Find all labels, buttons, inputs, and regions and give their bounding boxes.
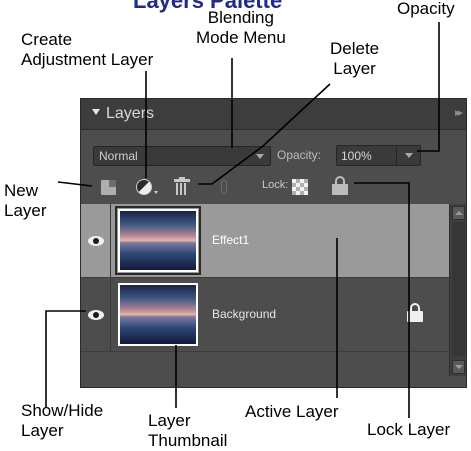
- callout-active-layer: Active Layer: [245, 402, 339, 421]
- layer-name: Effect1: [212, 233, 250, 247]
- callout-delete-layer: Delete Layer: [330, 39, 380, 78]
- layers-list: Effect1 Background: [81, 204, 449, 359]
- scroll-up-icon[interactable]: [452, 206, 465, 220]
- eye-icon[interactable]: [88, 310, 104, 320]
- layers-scrollbar[interactable]: [449, 204, 466, 376]
- visibility-column: [81, 204, 111, 277]
- opacity-dropdown-button[interactable]: [396, 146, 420, 165]
- panel-menu-icon[interactable]: ▸▸: [455, 106, 463, 119]
- blending-mode-value: Normal: [99, 149, 138, 163]
- layer-thumbnail[interactable]: [115, 206, 201, 275]
- opacity-value[interactable]: 100%: [341, 149, 372, 163]
- callout-show-hide-layer: Show/Hide Layer: [21, 401, 104, 440]
- callout-layer-thumbnail: Layer Thumbnail: [148, 411, 228, 450]
- panel-title: Layers: [106, 105, 155, 122]
- layers-panel: Layers ▸▸ Normal Opacity: 100% Lock: Eff…: [80, 98, 467, 388]
- callout-opacity: Opacity: [397, 0, 455, 18]
- link-icon[interactable]: [221, 180, 227, 194]
- layer-row-background[interactable]: Background: [81, 278, 449, 352]
- scroll-down-icon[interactable]: [452, 360, 465, 374]
- opacity-label: Opacity:: [277, 148, 322, 162]
- panel-header: Layers ▸▸: [81, 99, 466, 130]
- lock-all-icon[interactable]: [332, 176, 348, 195]
- blending-mode-select[interactable]: Normal: [93, 146, 271, 166]
- eye-icon[interactable]: [88, 236, 104, 246]
- callout-lock-layer: Lock Layer: [367, 420, 451, 439]
- chevron-down-icon: [256, 154, 264, 159]
- trash-icon[interactable]: [174, 177, 190, 195]
- lock-transparency-icon[interactable]: [292, 179, 308, 195]
- opacity-field[interactable]: 100%: [336, 145, 421, 166]
- layer-lock-icon: [407, 303, 423, 322]
- adjustment-layer-icon[interactable]: [136, 179, 152, 195]
- new-layer-icon[interactable]: [101, 180, 116, 195]
- collapse-arrow-icon[interactable]: [92, 109, 100, 115]
- lock-label: Lock:: [262, 179, 289, 191]
- scroll-track[interactable]: [452, 222, 465, 356]
- callout-blending-label: Blending Mode Menu: [196, 8, 286, 47]
- chevron-down-icon: [405, 153, 413, 158]
- callout-create-adjustment-layer: Create Adjustment Layer: [21, 30, 154, 69]
- callout-blending-mode-menu: Blending Mode Menu: [196, 8, 286, 48]
- layer-thumbnail[interactable]: [118, 283, 198, 346]
- layer-row-effect1[interactable]: Effect1: [81, 204, 449, 278]
- adjustment-menu-caret-icon[interactable]: [154, 191, 158, 194]
- visibility-column: [81, 278, 111, 351]
- layer-name: Background: [212, 307, 277, 321]
- callout-new-layer: New Layer: [4, 181, 47, 220]
